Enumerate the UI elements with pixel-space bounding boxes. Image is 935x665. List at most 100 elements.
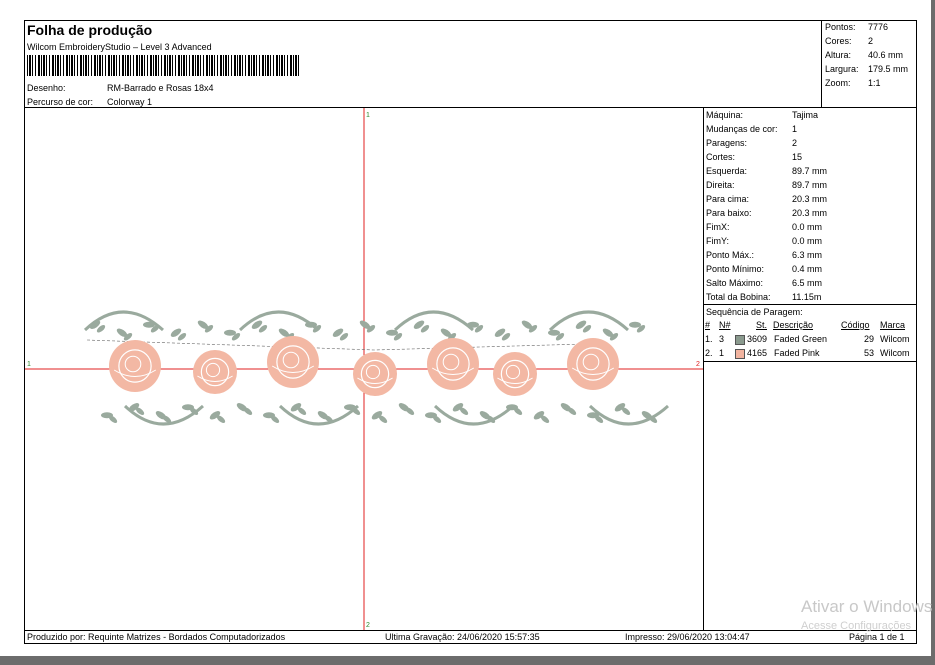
vine-top: [238, 310, 320, 332]
rose-shape: [193, 350, 237, 394]
stat-label: Total da Bobina:: [706, 292, 771, 302]
stat-label: FimY:: [706, 236, 730, 246]
stat-value: 6.3 mm: [792, 250, 823, 260]
stat-label: Para cima:: [706, 194, 750, 204]
stats-divider: [703, 304, 917, 305]
stat-value: 1: [792, 124, 798, 134]
stat-label: Esquerda:: [706, 166, 748, 176]
color-swatch: [735, 348, 745, 359]
seq-header-code: Código: [841, 320, 870, 330]
rose-shape: [427, 338, 479, 390]
stat-label: FimX:: [706, 222, 730, 232]
seq-header-brand: Marca: [880, 320, 906, 330]
leaf-shape: [629, 321, 641, 328]
axis-label-bottom: 2: [366, 622, 370, 629]
stat-label: Ponto Máx.:: [706, 250, 755, 260]
production-sheet: Folha de produção Wilcom EmbroideryStudi…: [0, 0, 931, 656]
seq-swatch: [735, 348, 747, 359]
panel-divider: [703, 107, 704, 631]
stat-value: 6.5 mm: [792, 278, 823, 288]
stat-value: 0.0 mm: [792, 222, 823, 232]
embroidery-design: [83, 310, 670, 426]
leaf-shape: [548, 329, 560, 336]
rose-shape: [493, 352, 537, 396]
vine-top: [393, 310, 475, 332]
seq-num: 1.: [705, 334, 713, 344]
seq-code: 29: [864, 334, 875, 344]
summary-divider: [821, 20, 822, 108]
seq-header-desc: Descrição: [773, 320, 814, 330]
summary-height-label: Altura:: [825, 50, 852, 60]
seq-n: 3: [719, 334, 725, 344]
stat-value: 89.7 mm: [792, 166, 828, 176]
footer-divider: [24, 630, 917, 631]
stat-label: Máquina:: [706, 110, 744, 120]
activation-watermark-sub: Acesse Configurações: [801, 620, 912, 632]
sequence-divider: [703, 361, 917, 362]
summary-zoom-label: Zoom:: [825, 78, 851, 88]
axis-label-left: 1: [27, 361, 31, 368]
stat-label: Paragens:: [706, 138, 748, 148]
summary-width-label: Largura:: [825, 64, 859, 74]
seq-num: 2.: [705, 348, 713, 358]
design-preview: 1 2 1 2: [25, 108, 703, 630]
seq-code: 53: [864, 348, 875, 358]
seq-header-st: St.: [756, 320, 768, 330]
vine-bottom: [433, 404, 515, 426]
summary-colors-label: Cores:: [825, 36, 852, 46]
summary-colors-value: 2: [868, 36, 874, 46]
stat-value: 11.15m: [792, 292, 822, 302]
axis-label-top: 1: [366, 112, 370, 119]
stat-label: Salto Máximo:: [706, 278, 764, 288]
stat-value: 0.4 mm: [792, 264, 823, 274]
rose-shape: [353, 352, 397, 396]
stat-label: Cortes:: [706, 152, 736, 162]
leaf-shape: [224, 329, 236, 336]
seq-swatch: [735, 334, 747, 345]
seq-st: 3609: [747, 334, 768, 344]
barcode: [27, 55, 301, 76]
stat-value: 89.7 mm: [792, 180, 828, 190]
seq-desc: Faded Pink: [774, 348, 820, 358]
stat-value: 20.3 mm: [792, 194, 828, 204]
sheet-title: Folha de produção: [27, 22, 153, 38]
summary-stitches-label: Pontos:: [825, 22, 856, 32]
stat-value: 2: [792, 138, 798, 148]
activation-watermark: Ativar o Windows: [801, 597, 933, 616]
design-label: Desenho:: [27, 83, 66, 93]
stat-label: Ponto Mínimo:: [706, 264, 765, 274]
design-value: RM-Barrado e Rosas 18x4: [107, 83, 214, 93]
stat-label: Direita:: [706, 180, 735, 190]
page-shadow-bottom: [0, 656, 935, 665]
seq-brand: Wilcom: [880, 348, 910, 358]
leaf-shape: [386, 329, 398, 336]
stat-value: 0.0 mm: [792, 236, 823, 246]
colorway-value: Colorway 1: [107, 97, 153, 107]
seq-header-num: #: [705, 320, 711, 330]
leaf-shape: [143, 321, 155, 328]
seq-desc: Faded Green: [774, 334, 828, 344]
stat-value: Tajima: [792, 110, 819, 120]
sequence-title: Sequência de Paragem:: [706, 307, 803, 317]
stat-label: Mudanças de cor:: [706, 124, 778, 134]
jump-stitch-line: [86, 339, 586, 351]
rose-shape: [567, 338, 619, 390]
stat-label: Para baixo:: [706, 208, 752, 218]
page-shadow-right: [931, 0, 935, 665]
seq-st: 4165: [747, 348, 768, 358]
color-swatch: [735, 334, 745, 345]
axis-label-right: 2: [696, 361, 700, 368]
summary-stitches-value: 7776: [868, 22, 889, 32]
stat-value: 15: [792, 152, 803, 162]
footer-last-saved: Ultima Gravação: 24/06/2020 15:57:35: [385, 632, 540, 642]
footer-printed: Impresso: 29/06/2020 13:04:47: [625, 632, 750, 642]
seq-brand: Wilcom: [880, 334, 910, 344]
footer-page: Página 1 de 1: [849, 632, 905, 642]
software-name: Wilcom EmbroideryStudio – Level 3 Advanc…: [27, 42, 212, 52]
summary-width-value: 179.5 mm: [868, 64, 909, 74]
leaf-shape: [305, 321, 317, 328]
summary-height-value: 40.6 mm: [868, 50, 904, 60]
footer-produced-by: Produzido por: Requinte Matrizes - Borda…: [27, 632, 286, 642]
stat-value: 20.3 mm: [792, 208, 828, 218]
rose-shape: [109, 340, 161, 392]
